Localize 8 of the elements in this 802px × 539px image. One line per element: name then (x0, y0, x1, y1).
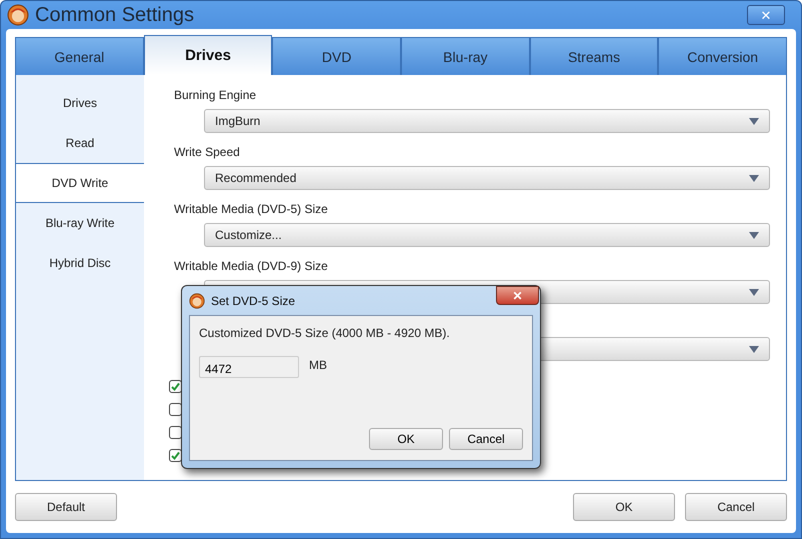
unit-label: MB (309, 358, 327, 372)
dialog-title: Set DVD-5 Size (211, 294, 296, 308)
setting-label: Write Speed (174, 144, 241, 160)
setting-label: Burning Engine (174, 87, 258, 103)
window-title: Common Settings (35, 4, 194, 26)
setting-label: Writable Media (DVD-5) Size (174, 201, 329, 217)
dialog-message: Customized DVD-5 Size (4000 MB - 4920 MB). (199, 326, 451, 340)
setting-label: Writable Media (DVD-9) Size (174, 258, 329, 274)
